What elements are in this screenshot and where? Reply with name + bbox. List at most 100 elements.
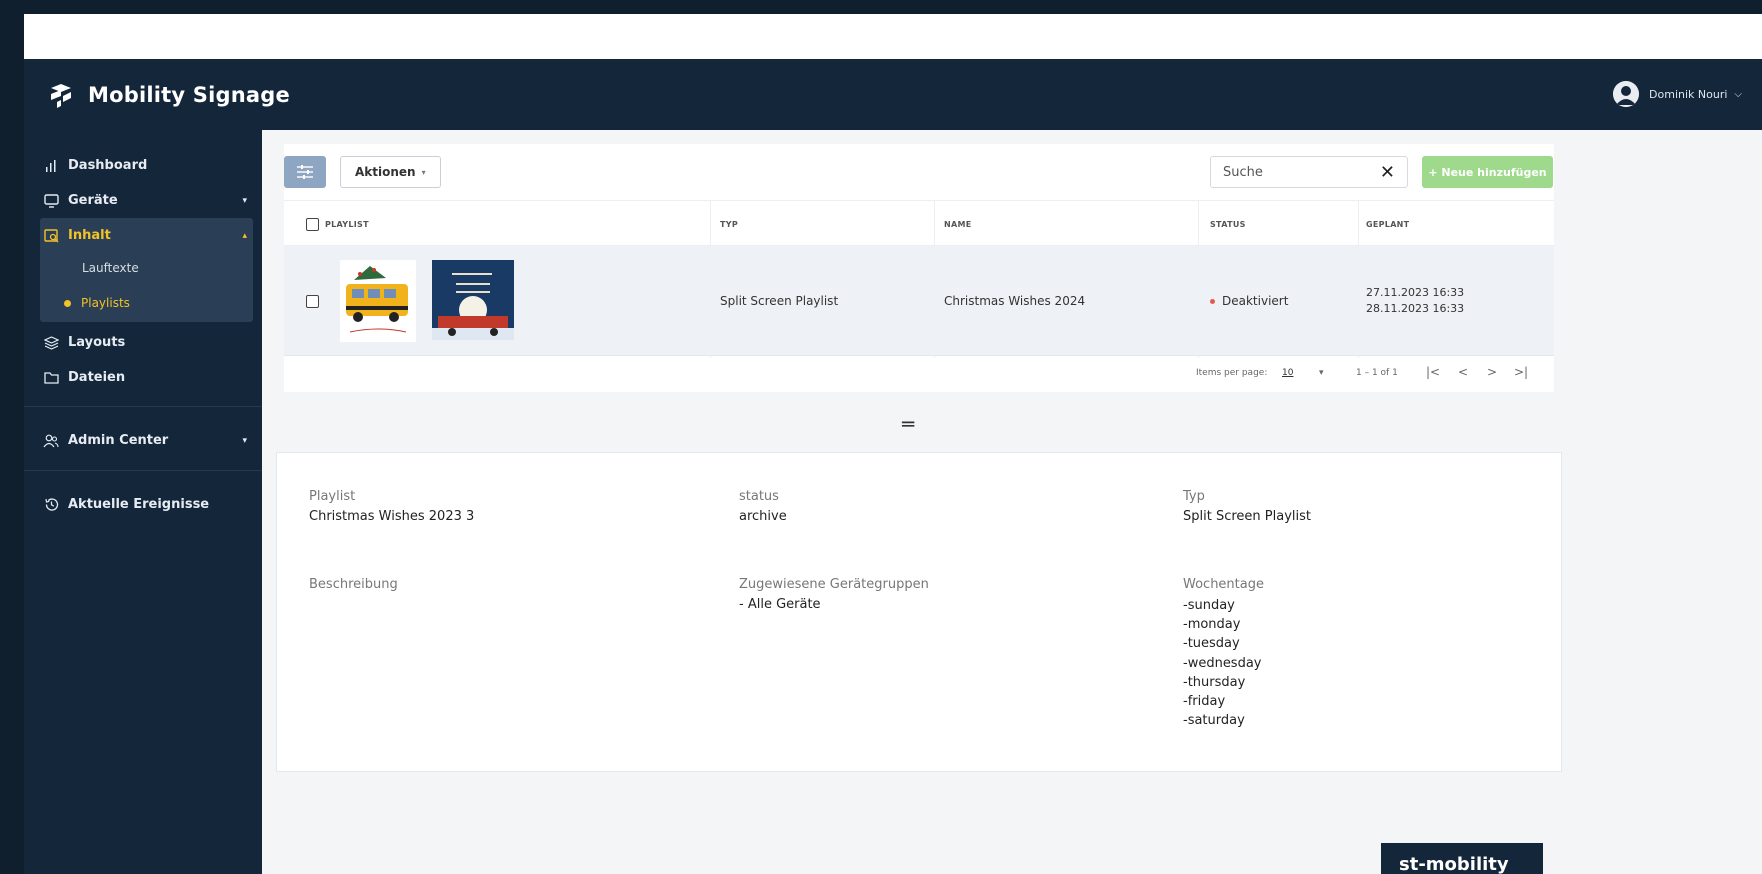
- monitor-icon: [42, 193, 60, 208]
- sidebar-item-label: Inhalt: [68, 228, 111, 243]
- detail-playlist-value: Christmas Wishes 2023 3: [309, 509, 475, 524]
- last-page-icon[interactable]: >|: [1514, 365, 1528, 379]
- header-geplant[interactable]: GEPLANT: [1366, 201, 1409, 247]
- avatar: [1613, 81, 1640, 107]
- playlist-thumbnail-bus: [340, 260, 416, 342]
- sidebar-item-label: Dashboard: [68, 158, 148, 173]
- sidebar: Dashboard Geräte ▾ Inhalt ▴ Lauftexte Pl…: [24, 130, 262, 874]
- user-name: Dominik Nouri: [1649, 87, 1728, 101]
- weekday-item: -wednesday: [1183, 655, 1262, 671]
- select-all-checkbox[interactable]: [306, 217, 319, 231]
- sidebar-item-inhalt[interactable]: Inhalt ▴: [42, 228, 247, 243]
- row-select[interactable]: [306, 246, 319, 356]
- header-typ[interactable]: TYP: [720, 201, 738, 247]
- cell-status: Deaktiviert: [1210, 246, 1288, 356]
- status-text: Deaktiviert: [1222, 294, 1289, 308]
- sidebar-item-label: Admin Center: [68, 433, 169, 448]
- active-dot: [64, 300, 71, 307]
- user-icon: [1613, 81, 1640, 107]
- folder-icon: [42, 371, 60, 384]
- app-window: Mobility Signage Dominik Nouri ⌵ Dashboa…: [24, 14, 1762, 874]
- detail-beschreibung-label: Beschreibung: [309, 577, 398, 592]
- weekday-item: -friday: [1183, 694, 1226, 710]
- caret-down-icon: ▾: [421, 167, 426, 177]
- sidebar-item-label: Layouts: [68, 335, 126, 350]
- scheduled-end: 28.11.2023 16:33: [1366, 302, 1465, 315]
- chevron-down-icon: ▾: [242, 435, 247, 446]
- header-name[interactable]: NAME: [944, 201, 972, 247]
- search-input[interactable]: Suche ✕: [1210, 156, 1408, 188]
- chevron-up-icon: ▴: [242, 230, 247, 241]
- main-content: Aktionen ▾ Suche ✕ + Neue hinzufügen PLA…: [262, 130, 1762, 874]
- sidebar-item-label: Geräte: [68, 193, 118, 208]
- app-logo[interactable]: Mobility Signage: [48, 82, 290, 108]
- sidebar-item-admin-center[interactable]: Admin Center ▾: [42, 433, 247, 448]
- detail-wochentage-label: Wochentage: [1183, 577, 1264, 592]
- caret-down-icon[interactable]: ▾: [1319, 368, 1324, 378]
- sidebar-subitem-playlists[interactable]: Playlists: [64, 296, 130, 310]
- logo-icon: [51, 83, 71, 108]
- weekday-list: -sunday -monday -tuesday -wednesday -thu…: [1183, 596, 1262, 730]
- table-row[interactable]: Split Screen Playlist Christmas Wishes 2…: [284, 246, 1554, 356]
- prev-page-icon[interactable]: <: [1458, 365, 1468, 379]
- header-status[interactable]: STATUS: [1210, 201, 1246, 247]
- sliders-icon: [297, 165, 313, 179]
- user-menu[interactable]: Dominik Nouri ⌵: [1613, 81, 1742, 107]
- cell-name: Christmas Wishes 2024: [944, 294, 1086, 308]
- history-icon: [42, 497, 60, 512]
- users-icon: [42, 434, 60, 448]
- actions-label: Aktionen: [355, 165, 416, 179]
- sidebar-item-label: Aktuelle Ereignisse: [68, 497, 210, 512]
- detail-status-label: status: [739, 489, 779, 504]
- watermark: st-mobility: [1381, 843, 1543, 874]
- weekday-item: -tuesday: [1183, 636, 1240, 652]
- clear-search-icon[interactable]: ✕: [1380, 162, 1395, 183]
- actions-dropdown[interactable]: Aktionen ▾: [340, 156, 441, 188]
- playlist-thumbnail-christmas: [432, 260, 514, 340]
- sidebar-item-aktuelle-ereignisse[interactable]: Aktuelle Ereignisse: [42, 497, 247, 512]
- sidebar-item-geraete[interactable]: Geräte ▾: [42, 193, 247, 208]
- weekday-item: -thursday: [1183, 674, 1246, 690]
- detail-gruppen-label: Zugewiesene Gerätegruppen: [739, 577, 929, 592]
- sidebar-divider: [24, 470, 262, 471]
- cell-geplant: 27.11.2023 16:33 28.11.2023 16:33: [1366, 246, 1464, 356]
- playlist-detail-panel: Playlist Christmas Wishes 2023 3 status …: [276, 452, 1562, 772]
- items-per-page-select[interactable]: 10: [1282, 368, 1293, 378]
- detail-typ-value: Split Screen Playlist: [1183, 509, 1311, 524]
- scheduled-start: 27.11.2023 16:33: [1366, 286, 1465, 299]
- sidebar-divider: [24, 406, 262, 407]
- detail-typ-label: Typ: [1183, 489, 1205, 504]
- sidebar-item-dashboard[interactable]: Dashboard: [42, 158, 247, 173]
- detail-playlist-label: Playlist: [309, 489, 356, 504]
- first-page-icon[interactable]: |<: [1426, 365, 1440, 379]
- chevron-down-icon: ▾: [242, 195, 247, 206]
- sidebar-item-label: Dateien: [68, 370, 126, 385]
- drag-handle-icon[interactable]: ═: [902, 412, 914, 436]
- top-bar: Mobility Signage Dominik Nouri ⌵: [24, 59, 1762, 130]
- chevron-down-icon: ⌵: [1734, 88, 1742, 100]
- detail-gruppen-value: - Alle Geräte: [739, 597, 821, 612]
- page-range: 1 – 1 of 1: [1356, 368, 1398, 378]
- weekday-item: -sunday: [1183, 598, 1235, 613]
- search-text: Suche: [1223, 164, 1263, 180]
- pagination: Items per page: 10 ▾ 1 – 1 of 1 |< < > >…: [284, 356, 1554, 392]
- weekday-item: -saturday: [1183, 713, 1245, 729]
- next-page-icon[interactable]: >: [1487, 365, 1497, 379]
- app-title: Mobility Signage: [88, 82, 290, 107]
- add-new-button[interactable]: + Neue hinzufügen: [1422, 156, 1553, 188]
- table-header: PLAYLIST TYP NAME STATUS GEPLANT: [284, 200, 1554, 246]
- detail-status-value: archive: [739, 509, 787, 524]
- cell-typ: Split Screen Playlist: [720, 294, 839, 308]
- header-label: PLAYLIST: [325, 219, 369, 229]
- sidebar-subitem-lauftexte[interactable]: Lauftexte: [82, 261, 139, 275]
- header-playlist[interactable]: PLAYLIST: [306, 201, 369, 247]
- sidebar-item-dateien[interactable]: Dateien: [42, 370, 247, 385]
- row-checkbox[interactable]: [306, 294, 319, 308]
- playlist-table-card: Aktionen ▾ Suche ✕ + Neue hinzufügen PLA…: [284, 144, 1554, 392]
- weekday-item: -monday: [1183, 617, 1241, 633]
- items-per-page-label: Items per page:: [1196, 368, 1268, 378]
- sidebar-item-layouts[interactable]: Layouts: [42, 335, 247, 350]
- filter-button[interactable]: [284, 156, 326, 188]
- layers-icon: [42, 335, 60, 350]
- status-indicator: [1210, 298, 1215, 304]
